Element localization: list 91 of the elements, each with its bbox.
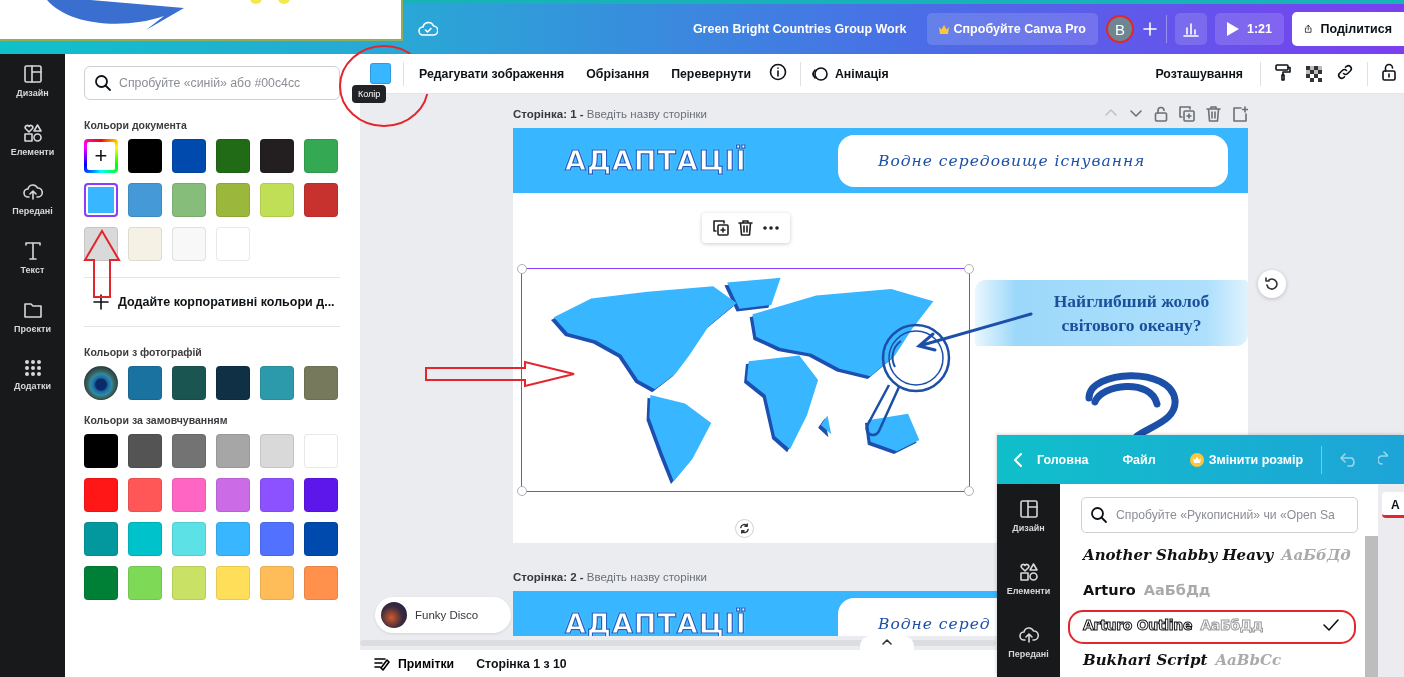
font-option[interactable]: Another Shabby Heavy АаБбДд: [1081, 537, 1351, 572]
resize-handle[interactable]: [517, 264, 527, 274]
font-option[interactable]: Arturo Outline АаБбДд: [1081, 607, 1351, 642]
add-color-button[interactable]: +: [84, 139, 118, 173]
rotate-handle[interactable]: [735, 519, 754, 538]
redo-icon[interactable]: [1378, 451, 1389, 465]
sidebar-item[interactable]: Дизайн: [0, 63, 65, 122]
chevron-up-icon: [882, 638, 892, 646]
annotation-arrow: [84, 230, 120, 298]
resize-handle[interactable]: [517, 486, 527, 496]
toolbar-button[interactable]: Перевернути: [660, 62, 762, 85]
slide-subtitle: Водне середовище існування: [878, 151, 1146, 170]
crown-icon: [1189, 452, 1204, 467]
try-pro-button[interactable]: Спробуйте Canva Pro: [926, 13, 1098, 45]
sidebar-item[interactable]: Дизайн: [997, 498, 1060, 561]
font-search-field[interactable]: Спробуйте «Рукописний» чи «Open Sa: [1081, 497, 1358, 533]
add-brand-colors-link[interactable]: Додайте корпоративні кольори д...: [118, 295, 335, 309]
sidebar-item[interactable]: Текст: [0, 240, 65, 299]
play-icon: [1226, 22, 1239, 36]
sidebar-item[interactable]: Елементи: [997, 561, 1060, 624]
sidebar-item[interactable]: Додатки: [0, 358, 65, 417]
apps-grid-icon: [23, 359, 42, 377]
sidebar-item[interactable]: Передані: [997, 624, 1060, 677]
user-avatar[interactable]: B: [1105, 15, 1134, 43]
tooltip: Колір: [352, 85, 387, 103]
shapes-icon: [1018, 562, 1039, 582]
font-option[interactable]: Arturo АаБбДд: [1081, 572, 1351, 607]
color-search-field[interactable]: Спробуйте «синій» або #00c4cc: [84, 66, 340, 100]
color-button[interactable]: [370, 63, 391, 84]
paint-roller-icon[interactable]: [1274, 63, 1292, 81]
section-heading: Кольори документа: [84, 119, 188, 131]
search-icon: [94, 74, 112, 92]
shapes-icon: [22, 123, 43, 143]
add-page-icon[interactable]: [1232, 106, 1248, 122]
plus-icon: [93, 294, 109, 310]
plus-icon[interactable]: [1141, 21, 1158, 37]
position-button[interactable]: Розташування: [1144, 62, 1254, 85]
font-option[interactable]: Bukhari Script AaBbCc: [1081, 642, 1351, 677]
info-icon[interactable]: [768, 63, 787, 81]
trash-icon[interactable]: [738, 220, 754, 236]
lock-icon[interactable]: [1381, 63, 1397, 81]
bar-chart-icon: [1182, 21, 1199, 37]
layout-icon: [1018, 499, 1039, 519]
back-chevron-icon[interactable]: [1013, 451, 1023, 468]
sidebar-item[interactable]: Елементи: [0, 122, 65, 181]
slide-heading: АДАПТАЦІЇ: [565, 145, 748, 176]
sidebar-item[interactable]: Проєкти: [0, 299, 65, 358]
cloud-upload-icon: [1018, 625, 1039, 645]
more-options-icon[interactable]: [763, 226, 780, 230]
notes-button[interactable]: Примітки: [374, 656, 455, 671]
resize-handle[interactable]: [964, 486, 974, 496]
refresh-icon: [1264, 276, 1280, 292]
refresh-button[interactable]: [1258, 270, 1286, 298]
question-banner: Найглибший жолоб світового океану?: [975, 280, 1248, 346]
vertical-scrollbar[interactable]: [1365, 536, 1378, 677]
sidebar-item[interactable]: Передані: [0, 181, 65, 240]
animate-button[interactable]: Анімація: [806, 60, 900, 87]
horizontal-scrollbar[interactable]: [360, 640, 996, 646]
share-button[interactable]: Поділитися: [1292, 12, 1404, 46]
folder-icon: [22, 300, 43, 320]
present-button[interactable]: 1:21: [1214, 13, 1284, 45]
page-title-label[interactable]: Сторінка: 2 - Введіть назву сторінки: [513, 571, 708, 583]
cloud-upload-icon: [22, 182, 43, 202]
music-title: Funky Disco: [415, 609, 479, 621]
section-heading: Кольори за замовчуванням: [84, 414, 229, 426]
design-title[interactable]: Green Bright Countries Group Work: [692, 22, 907, 36]
resize-handle[interactable]: [964, 264, 974, 274]
toolbar-button[interactable]: Редагувати зображення: [408, 62, 576, 85]
disco-ball-thumbnail: [381, 602, 407, 628]
page-title-label[interactable]: Сторінка: 1 - Введіть назву сторінки: [513, 108, 708, 120]
transparency-icon[interactable]: [1306, 65, 1322, 82]
slide-subtitle: Водне серед: [878, 614, 991, 633]
cloud-check-icon[interactable]: [418, 21, 438, 37]
animation-icon: [810, 64, 829, 83]
layout-icon: [22, 64, 43, 84]
link-icon[interactable]: [1336, 63, 1354, 81]
color-swatch[interactable]: [84, 183, 118, 217]
search-icon: [1090, 506, 1108, 524]
music-chip[interactable]: Funky Disco: [375, 597, 511, 633]
photo-thumbnail[interactable]: [84, 366, 118, 400]
text-icon: [22, 241, 43, 261]
duplicate-icon[interactable]: [712, 220, 729, 236]
page-counter[interactable]: Сторінка 1 з 10: [476, 656, 567, 671]
section-heading: Кольори з фотографій: [84, 346, 203, 358]
crown-icon: [938, 24, 949, 34]
toolbar-button[interactable]: Обрізання: [575, 62, 661, 85]
notes-icon: [374, 656, 390, 671]
text-tab[interactable]: A: [1382, 492, 1404, 518]
check-icon: [1323, 618, 1339, 631]
rotate-icon: [739, 523, 750, 534]
insights-button[interactable]: [1174, 13, 1207, 45]
